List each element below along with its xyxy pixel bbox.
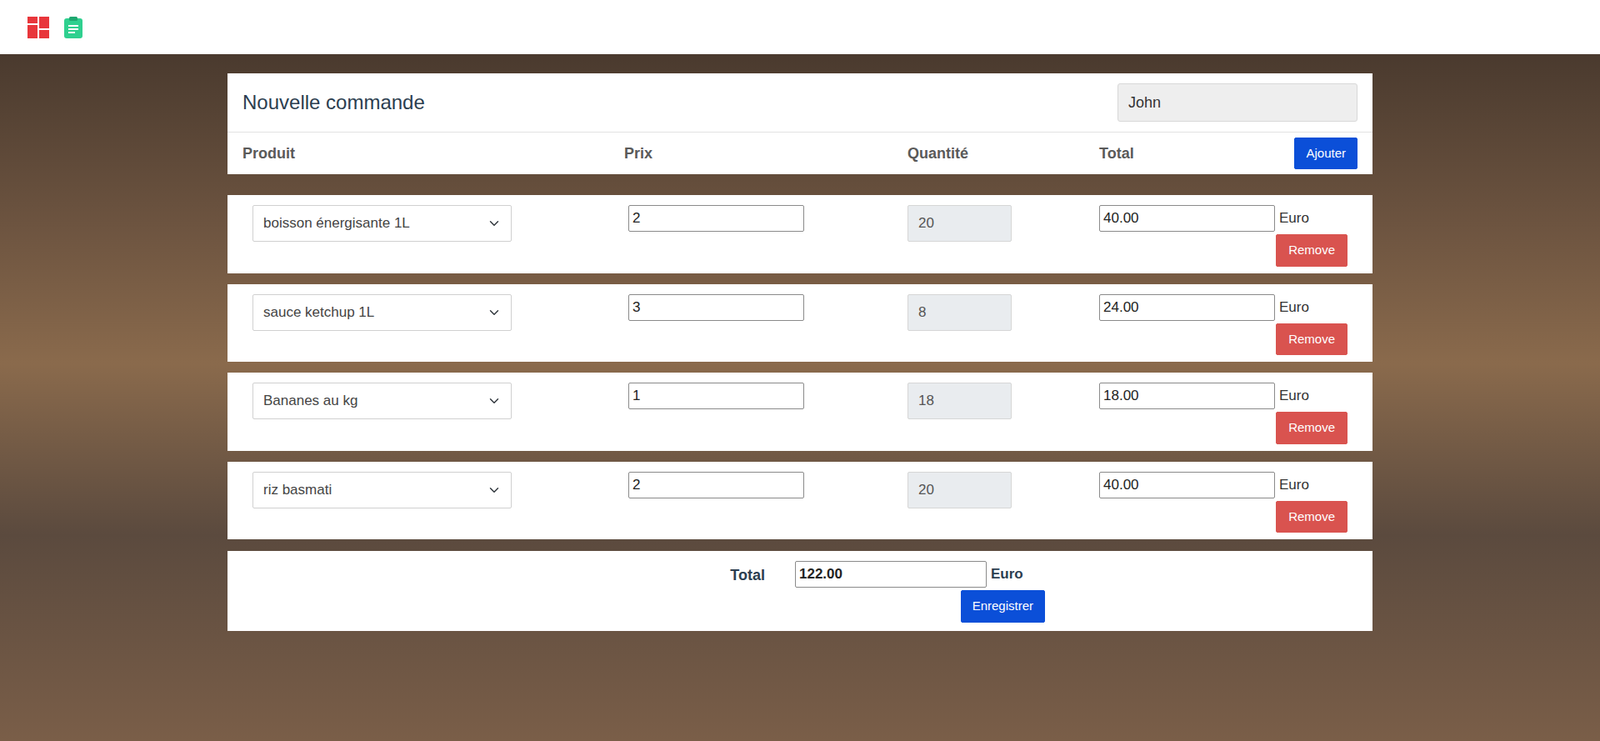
currency-label: Euro — [1279, 474, 1310, 496]
price-field[interactable] — [628, 205, 805, 232]
quantity-cell — [907, 382, 1100, 420]
total-line: Euro — [1099, 294, 1348, 321]
order-lines: boisson énergisante 1LEuroRemovesauce ke… — [227, 195, 1373, 540]
save-wrap: Enregistrer — [795, 590, 1045, 623]
product-select[interactable]: boisson énergisante 1L — [252, 205, 512, 242]
dashboard-icon[interactable] — [26, 15, 50, 40]
price-field[interactable] — [628, 294, 805, 321]
remove-button[interactable]: Remove — [1275, 500, 1348, 534]
remove-button[interactable]: Remove — [1275, 234, 1348, 267]
total-line: Euro — [1099, 471, 1348, 499]
column-label: Produit — [242, 142, 625, 165]
total-label: Total — [730, 560, 765, 623]
client-field[interactable] — [1117, 83, 1358, 122]
quantity-cell — [907, 294, 1100, 331]
total-cell: Euro Remove — [1099, 294, 1348, 356]
grand-total-line: Euro — [795, 560, 1045, 588]
total-header: Total Ajouter — [1099, 137, 1358, 170]
currency-label: Euro — [1279, 207, 1310, 230]
line-total-field[interactable] — [1099, 205, 1275, 232]
grand-total-cell: Euro Enregistrer — [795, 560, 1045, 623]
quantity-cell — [907, 471, 1100, 509]
product-cell: sauce ketchup 1L — [242, 294, 625, 331]
line-total-field[interactable] — [1099, 294, 1275, 321]
grand-total-field[interactable] — [795, 560, 987, 588]
total-cell: Euro Remove — [1099, 471, 1348, 534]
column-label: Prix — [624, 142, 908, 165]
total-line: Euro — [1099, 205, 1348, 232]
price-field[interactable] — [628, 471, 805, 499]
line-total-field[interactable] — [1099, 471, 1275, 499]
price-cell — [624, 471, 908, 499]
total-cell: Euro Remove — [1099, 382, 1348, 445]
save-button[interactable]: Enregistrer — [960, 590, 1045, 623]
quantity-field[interactable] — [907, 205, 1012, 242]
product-cell: riz basmati — [242, 471, 625, 509]
remove-button[interactable]: Remove — [1275, 323, 1348, 356]
product-select[interactable]: Bananes au kg — [252, 382, 512, 420]
clipboard-icon[interactable] — [61, 15, 85, 40]
remove-wrap: Remove — [1099, 500, 1348, 534]
quantity-field[interactable] — [907, 471, 1012, 509]
quantity-cell — [907, 205, 1100, 242]
remove-button[interactable]: Remove — [1275, 411, 1348, 445]
top-bar — [0, 0, 1600, 55]
column-label: Quantité — [907, 142, 1100, 165]
price-field[interactable] — [628, 382, 805, 410]
quantity-field[interactable] — [907, 382, 1012, 420]
order-line: boisson énergisante 1L Euro Remove — [227, 195, 1373, 274]
store-background: Nouvelle commandeProduitPrixQuantitéTota… — [0, 54, 1600, 741]
price-cell — [624, 205, 908, 232]
product-cell: boisson énergisante 1L — [242, 205, 625, 242]
order-form: Nouvelle commandeProduitPrixQuantitéTota… — [227, 73, 1373, 631]
line-total-field[interactable] — [1099, 382, 1275, 410]
order-line: sauce ketchup 1L Euro Remove — [227, 284, 1373, 363]
order-line: Bananes au kg Euro Remove — [227, 372, 1373, 451]
column-label: Total — [1099, 142, 1135, 165]
remove-wrap: Remove — [1099, 411, 1348, 445]
order-line: riz basmati Euro Remove — [227, 461, 1373, 540]
product-cell: Bananes au kg — [242, 382, 625, 420]
total-line: Euro — [1099, 382, 1348, 410]
page-title: Nouvelle commande — [242, 90, 425, 115]
currency-label: Euro — [1279, 385, 1310, 407]
add-button[interactable]: Ajouter — [1294, 137, 1358, 170]
quantity-field[interactable] — [907, 294, 1012, 331]
price-cell — [624, 382, 908, 410]
order-footer: Total Euro Enregistrer — [227, 550, 1373, 631]
currency-label: Euro — [1279, 296, 1310, 319]
total-cell: Euro Remove — [1099, 205, 1348, 267]
product-select[interactable]: riz basmati — [252, 471, 512, 509]
remove-wrap: Remove — [1099, 234, 1348, 267]
currency-label: Euro — [990, 563, 1024, 585]
product-select[interactable]: sauce ketchup 1L — [252, 294, 512, 331]
price-cell — [624, 294, 908, 321]
remove-wrap: Remove — [1099, 323, 1348, 356]
order-header: Nouvelle commande — [227, 73, 1373, 133]
column-header: ProduitPrixQuantitéTotal Ajouter — [227, 132, 1373, 175]
